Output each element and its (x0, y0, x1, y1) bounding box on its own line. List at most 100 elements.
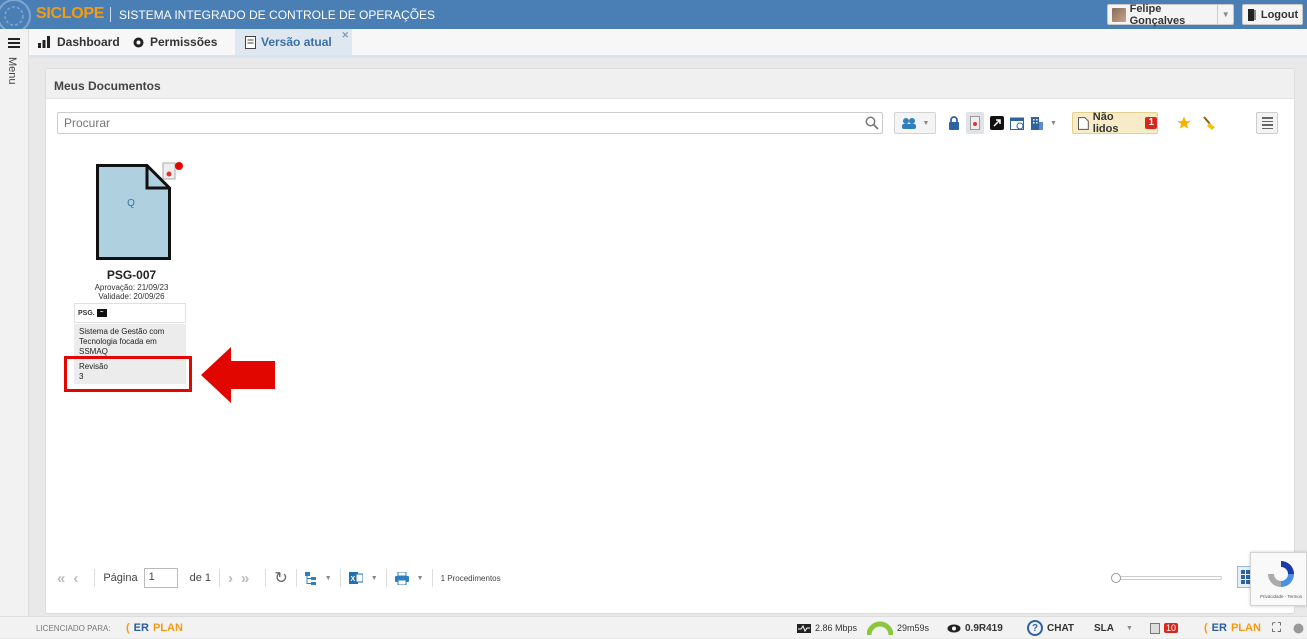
unread-filter-button[interactable]: Não lidos 1 (1072, 111, 1158, 135)
pagination-bar: « ‹ Página 1 de 1 › » ↻ ▼ X ▼ ▼ 1 Proced… (57, 566, 501, 590)
status-bar: LICENCIADO PARA: (ER PLAN 2.86 Mbps 29m59… (0, 616, 1307, 638)
erplan-logo-right: (ER PLAN (1204, 622, 1261, 634)
document-description: Sistema de Gestão com Tecnologia focada … (74, 324, 186, 358)
list-doc-icon (1150, 622, 1160, 634)
fullscreen-icon[interactable]: ⛶ (1272, 617, 1281, 639)
timer-value: 29m59s (897, 623, 930, 633)
notifications[interactable]: 10 (1150, 617, 1179, 639)
group-filter-button[interactable]: ▼ (894, 112, 936, 134)
document-validity-date: Validade: 20/09/26 (98, 292, 165, 301)
panel-title: Meus Documentos (46, 69, 1294, 99)
first-page-icon[interactable]: « (57, 570, 65, 587)
next-page-icon[interactable]: › (228, 570, 233, 587)
licensed-label: LICENCIADO PARA: (36, 623, 111, 633)
lock-icon[interactable] (948, 116, 960, 130)
svg-text:X: X (350, 576, 355, 583)
close-icon[interactable]: ✕ (341, 30, 349, 41)
chevron-down-icon: ▼ (922, 119, 930, 127)
brand-subtitle: SISTEMA INTEGRADO DE CONTROLE DE OPERAÇÕ… (119, 8, 436, 22)
recaptcha-badge[interactable]: Privacidade - Termos (1250, 552, 1307, 606)
avatar (1112, 7, 1126, 22)
door-icon (1247, 8, 1256, 21)
pinned-badge-icon[interactable] (160, 161, 184, 183)
pulse-icon (797, 623, 811, 633)
erplan-er: ER (1211, 622, 1227, 634)
document-thumb-letter: Q (127, 198, 135, 209)
calendar-icon[interactable] (1010, 116, 1024, 130)
tab-bar: Dashboard Permissões Versão atual ✕ (29, 29, 1307, 58)
document-tag-label: PSG. (78, 309, 95, 317)
help-icon: ? (1027, 620, 1043, 636)
tab-label: Permissões (150, 35, 218, 49)
pin-doc-icon (970, 116, 980, 130)
brand-divider (110, 7, 111, 22)
broom-icon[interactable] (1201, 115, 1217, 131)
records-count: 1 Procedimentos (440, 573, 501, 583)
pointer-arrow (201, 347, 275, 403)
user-menu-button[interactable]: Felipe Gonçalves ▼ (1107, 2, 1234, 27)
document-tag: PSG. ~ (74, 303, 186, 323)
unread-label: Não lidos (1092, 111, 1119, 135)
filter-icons: ▼ (948, 112, 1057, 134)
chevron-down-icon[interactable]: ▼ (1217, 5, 1233, 24)
erplan-logo: (ER PLAN (126, 622, 183, 634)
tab-label: Versão atual (261, 35, 332, 49)
menu-label[interactable]: Menu (6, 57, 18, 85)
hamburger-icon[interactable] (8, 38, 20, 48)
chevron-down-icon[interactable]: ▼ (1050, 120, 1057, 127)
speed-value: 2.86 Mbps (815, 623, 858, 633)
users-icon (901, 118, 916, 129)
tree-icon[interactable] (304, 571, 317, 585)
group-filter: ▼ (894, 112, 936, 134)
version-value: 0.9R419 (965, 622, 1003, 634)
search-icon[interactable] (865, 116, 879, 130)
logout-label: Logout (1260, 8, 1299, 21)
zoom-slider-track[interactable] (1112, 576, 1222, 580)
document-approval-date: Aprovação: 21/09/23 (94, 283, 169, 292)
refresh-icon[interactable]: ↻ (274, 568, 287, 588)
bar-chart-icon (38, 36, 50, 48)
notification-badge: 10 (1164, 623, 1179, 633)
logout-button[interactable]: Logout (1242, 4, 1303, 25)
tab-dashboard[interactable]: Dashboard (38, 29, 120, 55)
timer-gauge-icon (867, 621, 893, 635)
external-link-icon[interactable] (990, 116, 1004, 130)
eye-icon (947, 624, 961, 632)
star-icon[interactable] (1177, 116, 1191, 130)
search-input[interactable]: Procurar (57, 112, 883, 134)
menu-list-button[interactable] (1256, 112, 1278, 134)
chat-label: CHAT (1047, 622, 1075, 634)
chat-button[interactable]: ? CHAT (1027, 617, 1074, 639)
previous-page-icon[interactable]: ‹ (73, 570, 78, 587)
sla-button[interactable]: SLA ▼ (1094, 617, 1133, 639)
chevron-down-icon[interactable]: ▼ (371, 575, 378, 582)
gear-icon (133, 37, 144, 47)
last-page-icon[interactable]: » (241, 570, 249, 587)
recaptcha-terms[interactable]: Privacidade - Termos (1260, 594, 1302, 599)
page-number-input[interactable]: 1 (143, 568, 178, 588)
recaptcha-icon (1268, 561, 1294, 587)
document-code[interactable]: PSG-007 (74, 268, 189, 282)
page-label: Página (103, 572, 138, 584)
zoom-slider-handle[interactable] (1111, 573, 1121, 583)
documents-panel: Meus Documentos Procurar ▼ ▼ Não lidos 1… (45, 68, 1295, 614)
building-icon[interactable] (1030, 116, 1044, 130)
erplan-plan: PLAN (1230, 622, 1261, 634)
side-menu: Menu (0, 29, 29, 628)
brand-name[interactable]: SICLOPE (36, 5, 104, 23)
user-name: Felipe Gonçalves (1129, 2, 1186, 27)
chevron-down-icon[interactable]: ▼ (325, 575, 332, 582)
pin-document-button[interactable] (966, 112, 984, 134)
version-indicator: 0.9R419 (947, 617, 1003, 639)
globe-icon[interactable] (1293, 617, 1304, 639)
tab-current-version[interactable]: Versão atual ✕ (235, 29, 352, 55)
session-timer: 29m59s (867, 617, 929, 639)
tab-permissions[interactable]: Permissões (132, 29, 217, 55)
excel-icon[interactable]: X (348, 571, 363, 585)
print-icon[interactable] (394, 571, 409, 585)
signature-icon: ~ (96, 309, 107, 317)
file-icon (1078, 116, 1089, 130)
chevron-down-icon[interactable]: ▼ (417, 575, 424, 582)
top-bar: SICLOPE SISTEMA INTEGRADO DE CONTROLE DE… (0, 0, 1307, 29)
erplan-er: ER (133, 622, 149, 634)
